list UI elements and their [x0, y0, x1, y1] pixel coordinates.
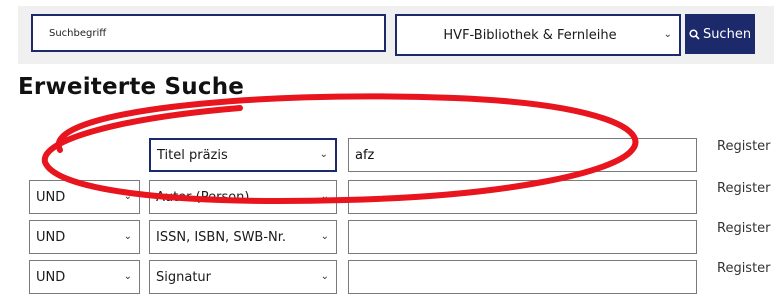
chevron-down-icon: ⌄: [123, 190, 132, 202]
scope-select-value: HVF-Bibliothek & Fernleihe: [443, 27, 617, 43]
chevron-down-icon: ⌄: [123, 270, 132, 282]
chevron-down-icon: ⌄: [320, 270, 329, 282]
search-icon: [689, 28, 700, 40]
register-link-3[interactable]: Register: [717, 221, 771, 236]
chevron-down-icon: ⌄: [123, 230, 132, 242]
chevron-down-icon: ⌄: [320, 190, 329, 202]
scope-select[interactable]: HVF-Bibliothek & Fernleihe ⌄: [395, 14, 681, 56]
field-select-3[interactable]: ISSN, ISBN, SWB-Nr. ⌄: [149, 220, 337, 254]
operator-select-value: UND: [36, 269, 66, 285]
chevron-down-icon: ⌄: [319, 148, 328, 160]
operator-select-4[interactable]: UND ⌄: [29, 260, 140, 294]
operator-select-3[interactable]: UND ⌄: [29, 220, 140, 254]
field-select-value: Titel präzis: [157, 147, 228, 163]
field-select-4[interactable]: Signatur ⌄: [149, 260, 337, 294]
search-button-label: Suchen: [702, 26, 752, 42]
search-term-input-4[interactable]: [348, 260, 697, 294]
field-select-1[interactable]: Titel präzis ⌄: [149, 138, 337, 172]
register-link-2[interactable]: Register: [717, 181, 771, 196]
search-button[interactable]: Suchen: [685, 14, 755, 54]
chevron-down-icon: ⌄: [320, 230, 329, 242]
search-term-input-1[interactable]: [348, 138, 697, 172]
search-term-input-3[interactable]: [348, 220, 697, 254]
operator-select-2[interactable]: UND ⌄: [29, 180, 140, 214]
field-select-2[interactable]: Autor (Person) ⌄: [149, 180, 337, 214]
chevron-down-icon: ⌄: [663, 28, 672, 40]
field-select-value: ISSN, ISBN, SWB-Nr.: [156, 229, 287, 245]
field-select-value: Autor (Person): [156, 189, 250, 205]
field-select-value: Signatur: [156, 269, 212, 285]
page-title: Erweiterte Suche: [18, 74, 245, 100]
operator-select-value: UND: [36, 229, 66, 245]
operator-select-value: UND: [36, 189, 66, 205]
register-link-4[interactable]: Register: [717, 261, 771, 276]
search-term-input-2[interactable]: [348, 180, 697, 214]
search-input[interactable]: [31, 14, 386, 52]
register-link-1[interactable]: Register: [717, 139, 771, 154]
